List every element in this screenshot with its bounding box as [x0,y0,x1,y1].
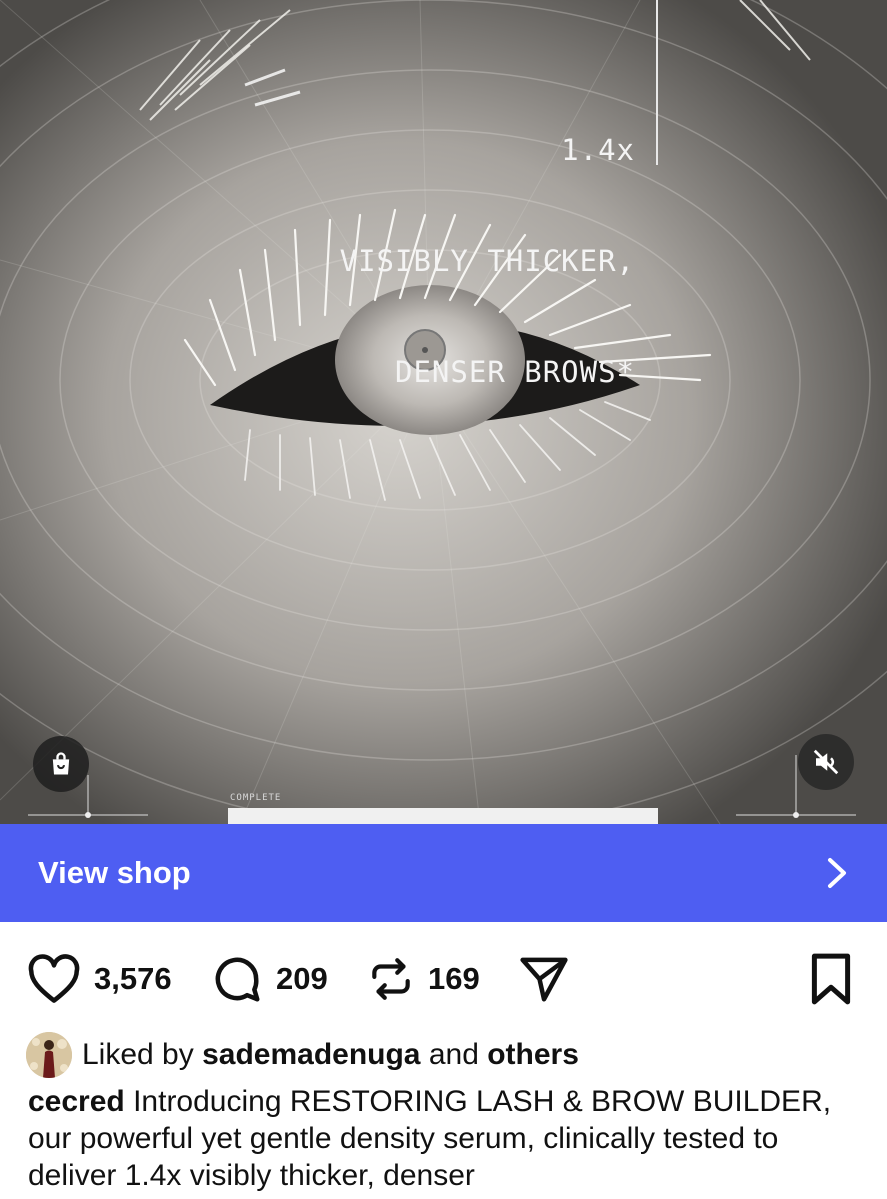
overlay-line: DENSER BROWS* [395,355,635,389]
post-caption: cecred Introducing RESTORING LASH & BROW… [28,1083,868,1194]
view-shop-bar[interactable]: View shop [0,824,887,922]
liked-by-middle: and [420,1038,488,1071]
send-icon [520,957,568,1002]
caption-username[interactable]: cecred [28,1085,125,1118]
liked-by-row[interactable]: Liked by sademadenuga and others [26,1032,579,1078]
like-count: 3,576 [94,961,172,996]
comment-count: 209 [276,961,328,996]
action-row: 3,576 209 169 [0,944,887,1014]
view-shop-label: View shop [38,855,191,890]
repost-icon [372,958,410,1000]
avatar-image [26,1032,72,1078]
overlay-claim: 1.4x VISIBLY THICKER, DENSER BROWS* [340,58,635,465]
avatar[interactable] [26,1032,72,1078]
corner-marker-left [28,775,148,818]
save-action[interactable] [806,944,856,1014]
chevron-right-icon [828,858,846,888]
shopping-bag-icon [52,752,70,775]
heart-icon [28,954,80,1003]
progress-bar [228,808,658,824]
overlay-divider [656,0,658,165]
post-media[interactable]: 1.4x VISIBLY THICKER, DENSER BROWS* COMP… [0,0,887,824]
like-action[interactable]: 3,576 [26,944,172,1014]
comment-action[interactable]: 209 [210,944,328,1014]
repost-count: 169 [428,961,480,996]
overlay-line: 1.4x [561,133,635,167]
share-action[interactable] [516,944,572,1014]
corner-marker-right [736,755,856,818]
overlay-line: VISIBLY THICKER, [339,244,635,278]
liked-by-username[interactable]: sademadenuga [202,1038,420,1072]
comment-bubble-icon [215,957,260,1002]
repost-action[interactable]: 169 [366,944,480,1014]
caption-text: Introducing RESTORING LASH & BROW BUILDE… [28,1085,832,1192]
liked-by-others[interactable]: others [487,1038,579,1072]
bookmark-icon [811,953,851,1005]
liked-by-prefix: Liked by [82,1038,203,1071]
progress-label: COMPLETE [230,793,282,803]
